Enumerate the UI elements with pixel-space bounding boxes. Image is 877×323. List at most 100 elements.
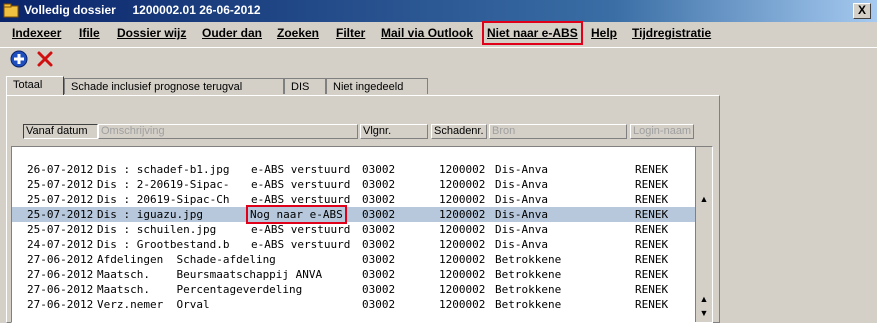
cell-date: 27-06-2012 (27, 283, 94, 296)
cell-status: e-ABS verstuurd (251, 178, 351, 191)
window-title: Volledig dossier 1200002.01 26-06-2012 (24, 3, 261, 17)
menu-item-mail-via-outlook[interactable]: Mail via Outlook (381, 26, 473, 40)
cell-vlgnr: 03002 (362, 253, 396, 266)
column-header-omschrijving: Omschrijving (98, 124, 358, 139)
column-header-bron: Bron (489, 124, 627, 139)
cell-schade: 1200002 (439, 238, 486, 251)
menu-item-zoeken[interactable]: Zoeken (277, 26, 319, 40)
cell-date: 27-06-2012 (27, 298, 94, 311)
cell-date: 25-07-2012 (27, 223, 94, 236)
cell-vlgnr: 03002 (362, 268, 396, 281)
list-item[interactable]: 27-06-2012 Verz.nemer Orval 03002 1200002 Be… (12, 297, 696, 312)
cell-login: RENEK (635, 268, 669, 281)
cell-login: RENEK (635, 208, 669, 221)
cell-date: 27-06-2012 (27, 253, 94, 266)
toolbar (0, 47, 877, 72)
cell-login: RENEK (635, 238, 669, 251)
cell-schade: 1200002 (439, 193, 486, 206)
scroll-both-icon[interactable]: ▲ ▼ (697, 292, 711, 318)
menu-item-dossier-wijz[interactable]: Dossier wijz (117, 26, 186, 40)
window-right-edge (862, 85, 877, 323)
cell-desc: Dis : Grootbestand.b (97, 238, 230, 251)
plus-circle-icon[interactable] (10, 50, 28, 68)
title-bar: Volledig dossier 1200002.01 26-06-2012 X (0, 0, 877, 22)
cell-login: RENEK (635, 253, 669, 266)
cell-bron: Dis-Anva (495, 223, 548, 236)
cell-status: e-ABS verstuurd (251, 193, 351, 206)
document-list[interactable]: 26-07-2012 Dis : schadef-b1.jpg e-ABS vers… (11, 146, 713, 323)
cell-login: RENEK (635, 193, 669, 206)
cell-login: RENEK (635, 223, 669, 236)
cell-bron: Betrokkene (495, 253, 562, 266)
cell-date: 25-07-2012 (27, 193, 94, 206)
cell-vlgnr: 03002 (362, 193, 396, 206)
cell-desc: Afdelingen Schade-afdeling (97, 253, 276, 266)
menu-item-filter[interactable]: Filter (336, 26, 365, 40)
list-item[interactable]: 27-06-2012 Afdelingen Schade-afdeling 0300… (12, 252, 696, 267)
tab-totaal[interactable]: Totaal (6, 76, 64, 95)
cell-vlgnr: 03002 (362, 223, 396, 236)
tab-niet-ingedeeld[interactable]: Niet ingedeeld (326, 78, 428, 94)
cell-schade: 1200002 (439, 223, 486, 236)
cell-vlgnr: 03002 (362, 163, 396, 176)
vertical-scrollbar[interactable]: ▲ ▲ ▼ (695, 147, 712, 322)
cell-date: 25-07-2012 (27, 178, 94, 191)
cell-bron: Dis-Anva (495, 163, 548, 176)
cell-schade: 1200002 (439, 208, 486, 221)
cell-bron: Betrokkene (495, 283, 562, 296)
cell-date: 24-07-2012 (27, 238, 94, 251)
cell-desc: Dis : schuilen.jpg (97, 223, 217, 236)
cell-bron: Dis-Anva (495, 208, 548, 221)
cell-vlgnr: 03002 (362, 298, 396, 311)
app-icon (3, 3, 19, 18)
red-x-icon[interactable] (36, 50, 54, 68)
cell-status: e-ABS verstuurd (251, 223, 351, 236)
cell-status: e-ABS verstuurd (251, 238, 351, 251)
column-header-schadenr[interactable]: Schadenr. (431, 124, 487, 139)
cell-schade: 1200002 (439, 268, 486, 281)
cell-date: 27-06-2012 (27, 268, 94, 281)
menu-item-ouder-dan[interactable]: Ouder dan (202, 26, 262, 40)
menu-item-niet-naar-e-abs[interactable]: Niet naar e-ABS (482, 21, 583, 45)
cell-login: RENEK (635, 298, 669, 311)
cell-login: RENEK (635, 163, 669, 176)
cell-bron: Dis-Anva (495, 238, 548, 251)
cell-status: Nog naar e-ABS (246, 205, 347, 224)
cell-date: 26-07-2012 (27, 163, 94, 176)
menu-item-tijdregistratie[interactable]: Tijdregistratie (632, 26, 711, 40)
cell-desc: Dis : 2-20619-Sipac- (97, 178, 230, 191)
cell-desc: Maatsch. Percentageverdeling (97, 283, 303, 296)
list-item[interactable]: 25-07-2012 Dis : schuilen.jpg e-ABS verstu… (12, 222, 696, 237)
column-header-login-naam: Login-naam (630, 124, 694, 139)
cell-schade: 1200002 (439, 178, 486, 191)
cell-bron: Betrokkene (495, 268, 562, 281)
list-item[interactable]: 27-06-2012 Maatsch. Percentageverdeling 03… (12, 282, 696, 297)
menu-item-ifile[interactable]: Ifile (79, 26, 100, 40)
scroll-up-icon[interactable]: ▲ (697, 192, 711, 206)
cell-bron: Betrokkene (495, 298, 562, 311)
menu-bar: Indexeer Ifile Dossier wijz Ouder dan Zoeken… (0, 21, 877, 46)
menu-item-help[interactable]: Help (591, 26, 617, 40)
cell-schade: 1200002 (439, 253, 486, 266)
tab-dis[interactable]: DIS (284, 78, 326, 94)
cell-desc: Dis : 20619-Sipac-Ch (97, 193, 230, 206)
column-header-vlgnr[interactable]: Vlgnr. (360, 124, 428, 139)
list-item[interactable]: 25-07-2012 Dis : iguazu.jpg Nog naar e-ABS… (12, 205, 696, 224)
close-button[interactable]: X (853, 3, 871, 19)
cell-desc: Maatsch. Beursmaatschappij ANVA (97, 268, 323, 281)
cell-login: RENEK (635, 283, 669, 296)
cell-status: e-ABS verstuurd (251, 163, 351, 176)
cell-vlgnr: 03002 (362, 238, 396, 251)
cell-vlgnr: 03002 (362, 208, 396, 221)
column-header-vanaf-datum[interactable]: Vanaf datum (23, 124, 98, 139)
cell-vlgnr: 03002 (362, 178, 396, 191)
list-item[interactable]: 24-07-2012 Dis : Grootbestand.b e-ABS vers… (12, 237, 696, 252)
cell-desc: Dis : schadef-b1.jpg (97, 163, 230, 176)
list-item[interactable]: 26-07-2012 Dis : schadef-b1.jpg e-ABS vers… (12, 162, 696, 177)
tab-schade-inclusief-prognose-terugval[interactable]: Schade inclusief prognose terugval (64, 78, 284, 94)
list-item[interactable]: 25-07-2012 Dis : 20619-Sipac-Ch e-ABS vers… (12, 192, 696, 207)
menu-item-indexeer[interactable]: Indexeer (12, 26, 61, 40)
list-item[interactable]: 27-06-2012 Maatsch. Beursmaatschappij ANV… (12, 267, 696, 282)
cell-login: RENEK (635, 178, 669, 191)
list-item[interactable]: 25-07-2012 Dis : 2-20619-Sipac-e-ABS vers… (12, 177, 696, 192)
